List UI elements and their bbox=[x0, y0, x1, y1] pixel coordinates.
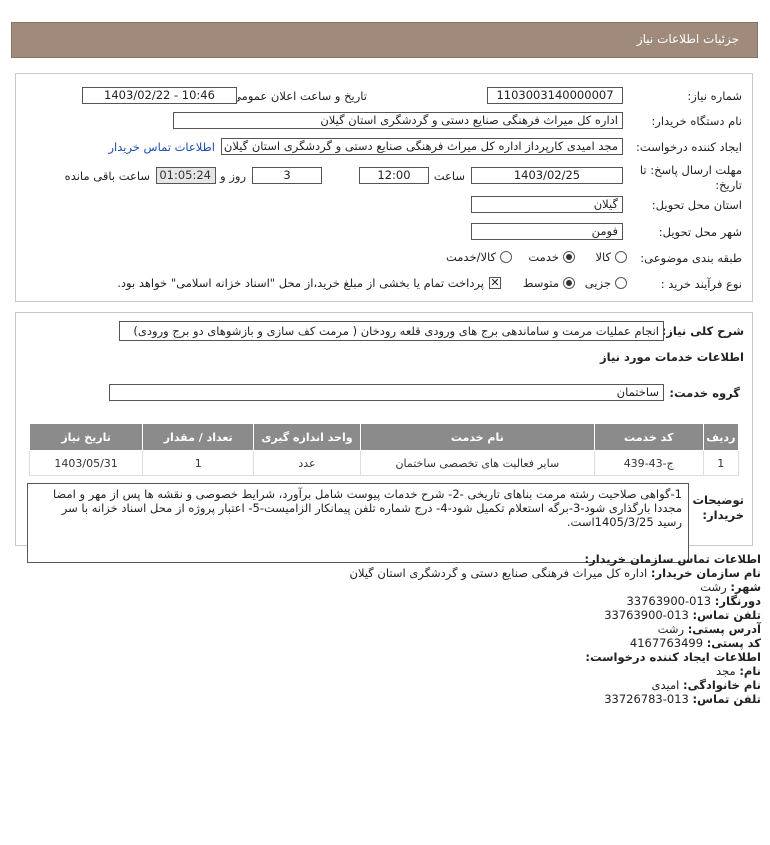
notes-label: توضیحات bbox=[692, 493, 745, 507]
contact-city-row: شهر: رشت bbox=[700, 580, 761, 594]
contact-postal-value: 4167763499 bbox=[629, 636, 704, 650]
contact-phone-label: تلفن تماس: bbox=[692, 608, 761, 622]
col-service-code: کد خدمت bbox=[593, 423, 704, 451]
notes-label-buyer: خریدار: bbox=[702, 508, 744, 522]
contact-city-value: رشت bbox=[700, 580, 727, 594]
process-radio-minor[interactable] bbox=[615, 277, 627, 289]
col-service-name: نام خدمت bbox=[359, 423, 595, 451]
table-row: 1 ج-43-439 سایر فعالیت های تخصصی ساختمان… bbox=[28, 450, 740, 476]
contact-fax-row: دورنگار: 013-33763900 bbox=[626, 594, 761, 608]
cell-row: 1 bbox=[702, 450, 740, 476]
cell-service-name: سایر فعالیت های تخصصی ساختمان bbox=[359, 450, 595, 476]
need-number-field: 1103003140000007 bbox=[487, 87, 623, 104]
contact-org-value: اداره کل میراث فرهنگی صنایع دستی و گردشگ… bbox=[349, 566, 648, 580]
page-header: جزئیات اطلاعات نیاز bbox=[11, 22, 758, 58]
deadline-date-label: تاریخ: bbox=[715, 178, 742, 192]
buyer-label: نام دستگاه خریدار: bbox=[651, 114, 742, 128]
contact-address-label: آدرس پستی: bbox=[687, 622, 761, 636]
city-label: شهر محل تحویل: bbox=[658, 225, 742, 239]
contact-phone-row: تلفن تماس: 013-33763900 bbox=[604, 608, 761, 622]
deadline-date-field: 1403/02/25 bbox=[471, 167, 623, 184]
creator-family-row: نام خانوادگی: امیدی bbox=[652, 678, 762, 692]
category-radio-goods[interactable] bbox=[615, 251, 627, 263]
deadline-label: مهلت ارسال پاسخ: تا bbox=[639, 163, 742, 177]
category-option-service: خدمت bbox=[528, 250, 559, 264]
contact-phone-value: 013-33763900 bbox=[604, 608, 689, 622]
service-group-label: گروه خدمت: bbox=[669, 386, 740, 400]
creator-family-label: نام خانوادگی: bbox=[683, 678, 761, 692]
process-radio-medium[interactable] bbox=[563, 277, 575, 289]
service-group-field: ساختمان bbox=[109, 384, 664, 401]
treasury-payment-checkbox[interactable]: ✕ bbox=[489, 277, 501, 289]
contact-address-row: آدرس پستی: رشت bbox=[658, 622, 761, 636]
process-label: نوع فرآیند خرید : bbox=[660, 277, 742, 291]
contact-fax-label: دورنگار: bbox=[714, 594, 761, 608]
deadline-time-label: ساعت bbox=[433, 169, 465, 183]
col-quantity: تعداد / مقدار bbox=[142, 423, 255, 451]
page-title: جزئیات اطلاعات نیاز bbox=[636, 32, 739, 46]
buyer-field: اداره کل میراث فرهنگی صنایع دستی و گردشگ… bbox=[173, 112, 623, 129]
col-unit: واحد اندازه گیری bbox=[253, 423, 361, 451]
category-radio-goods-service[interactable] bbox=[500, 251, 512, 263]
contact-org-label: نام سازمان خریدار: bbox=[650, 566, 761, 580]
buyer-contact-link[interactable]: اطلاعات تماس خریدار bbox=[108, 140, 215, 154]
days-field: 3 bbox=[252, 167, 322, 184]
category-label: طبقه بندی موضوعی: bbox=[640, 251, 742, 265]
services-table-header: ردیف کد خدمت نام خدمت واحد اندازه گیری ت… bbox=[28, 423, 740, 451]
col-need-date: تاریخ نیاز bbox=[28, 423, 144, 451]
category-option-goods-service: کالا/خدمت bbox=[445, 250, 496, 264]
contact-org-row: نام سازمان خریدار: اداره کل میراث فرهنگی… bbox=[350, 566, 761, 580]
announce-date-field: 1403/02/22 - 10:46 bbox=[82, 87, 237, 104]
cell-unit: عدد bbox=[253, 450, 361, 476]
category-radio-service[interactable] bbox=[563, 251, 575, 263]
creator-phone-value: 013-33726783 bbox=[604, 692, 689, 706]
cell-service-code: ج-43-439 bbox=[593, 450, 704, 476]
contact-address-value: رشت bbox=[657, 622, 685, 636]
buyer-notes-field: 1-گواهی صلاحیت رشته مرمت بناهای تاریخی -… bbox=[27, 483, 689, 563]
contact-postal-row: کد پستی: 4167763499 bbox=[630, 636, 761, 650]
province-field: گیلان bbox=[471, 196, 623, 213]
contact-postal-label: کد پستی: bbox=[706, 636, 761, 650]
creator-phone-label: تلفن تماس: bbox=[692, 692, 761, 706]
cell-need-date: 1403/05/31 bbox=[28, 450, 144, 476]
contact-fax-value: 013-33763900 bbox=[626, 594, 712, 608]
summary-label: شرح کلی نیاز: bbox=[661, 324, 744, 338]
summary-field: انجام عملیات مرمت و ساماندهی برج های ورو… bbox=[119, 321, 664, 341]
announce-date-label: تاریخ و ساعت اعلان عمومی: bbox=[228, 89, 367, 103]
contact-title: اطلاعات تماس سازمان خریدار: bbox=[584, 552, 761, 566]
category-option-goods: کالا bbox=[595, 250, 611, 264]
city-field: فومن bbox=[471, 223, 623, 240]
services-section-title: اطلاعات خدمات مورد نیاز bbox=[600, 350, 744, 364]
need-number-label: شماره نیاز: bbox=[687, 89, 742, 103]
creator-name-label: نام: bbox=[739, 664, 761, 678]
cell-quantity: 1 bbox=[142, 450, 255, 476]
creator-family-value: امیدی bbox=[651, 678, 680, 692]
services-table: ردیف کد خدمت نام خدمت واحد اندازه گیری ت… bbox=[28, 423, 740, 476]
creator-name-row: نام: مجد bbox=[716, 664, 761, 678]
remaining-time-field: 01:05:24 bbox=[156, 167, 216, 184]
province-label: استان محل تحویل: bbox=[651, 198, 742, 212]
creator-phone-row: تلفن تماس: 013-33726783 bbox=[604, 692, 761, 706]
creator-field: مجد امیدی کارپرداز اداره کل میراث فرهنگی… bbox=[221, 138, 623, 155]
remaining-label: ساعت باقی مانده bbox=[64, 169, 150, 183]
contact-city-label: شهر: bbox=[730, 580, 761, 594]
creator-name-value: مجد bbox=[716, 664, 736, 678]
creator-label: ایجاد کننده درخواست: bbox=[636, 140, 742, 154]
details-panel: شماره نیاز: 1103003140000007 تاریخ و ساع… bbox=[15, 73, 753, 302]
deadline-time-field: 12:00 bbox=[359, 167, 429, 184]
treasury-payment-note: پرداخت تمام یا بخشی از مبلغ خرید،از محل … bbox=[117, 276, 484, 290]
process-option-medium: متوسط bbox=[522, 276, 559, 290]
creator-info-title: اطلاعات ایجاد کننده درخواست: bbox=[585, 650, 761, 664]
days-label: روز و bbox=[220, 169, 246, 183]
need-summary-panel: شرح کلی نیاز: انجام عملیات مرمت و ساماند… bbox=[15, 312, 753, 563]
col-row: ردیف bbox=[702, 423, 740, 451]
process-option-minor: جزیی bbox=[584, 276, 611, 290]
